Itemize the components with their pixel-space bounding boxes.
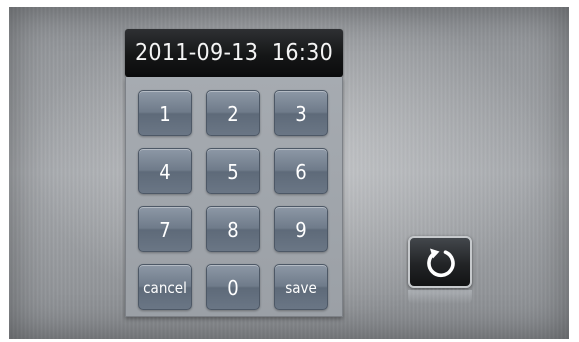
key-2-button[interactable]: 2 — [206, 90, 260, 136]
save-button[interactable]: save — [274, 264, 328, 310]
refresh-control — [408, 236, 472, 304]
key-1-button[interactable]: 1 — [138, 90, 192, 136]
datetime-display: 2011-09-13 16:30 — [125, 29, 343, 77]
numeric-keypad: 1 2 3 4 5 6 7 8 9 cancel 0 save — [125, 77, 343, 317]
key-8-button[interactable]: 8 — [206, 206, 260, 252]
key-4-button[interactable]: 4 — [138, 148, 192, 194]
key-7-button[interactable]: 7 — [138, 206, 192, 252]
key-3-button[interactable]: 3 — [274, 90, 328, 136]
refresh-button[interactable] — [408, 236, 472, 288]
key-6-button[interactable]: 6 — [274, 148, 328, 194]
key-5-button[interactable]: 5 — [206, 148, 260, 194]
refresh-icon — [427, 248, 455, 278]
cancel-button[interactable]: cancel — [138, 264, 192, 310]
key-0-button[interactable]: 0 — [206, 264, 260, 310]
key-9-button[interactable]: 9 — [274, 206, 328, 252]
refresh-reflection — [408, 290, 472, 304]
device-screen: 2011-09-13 16:30 1 2 3 4 5 6 7 8 9 cance… — [9, 7, 569, 339]
